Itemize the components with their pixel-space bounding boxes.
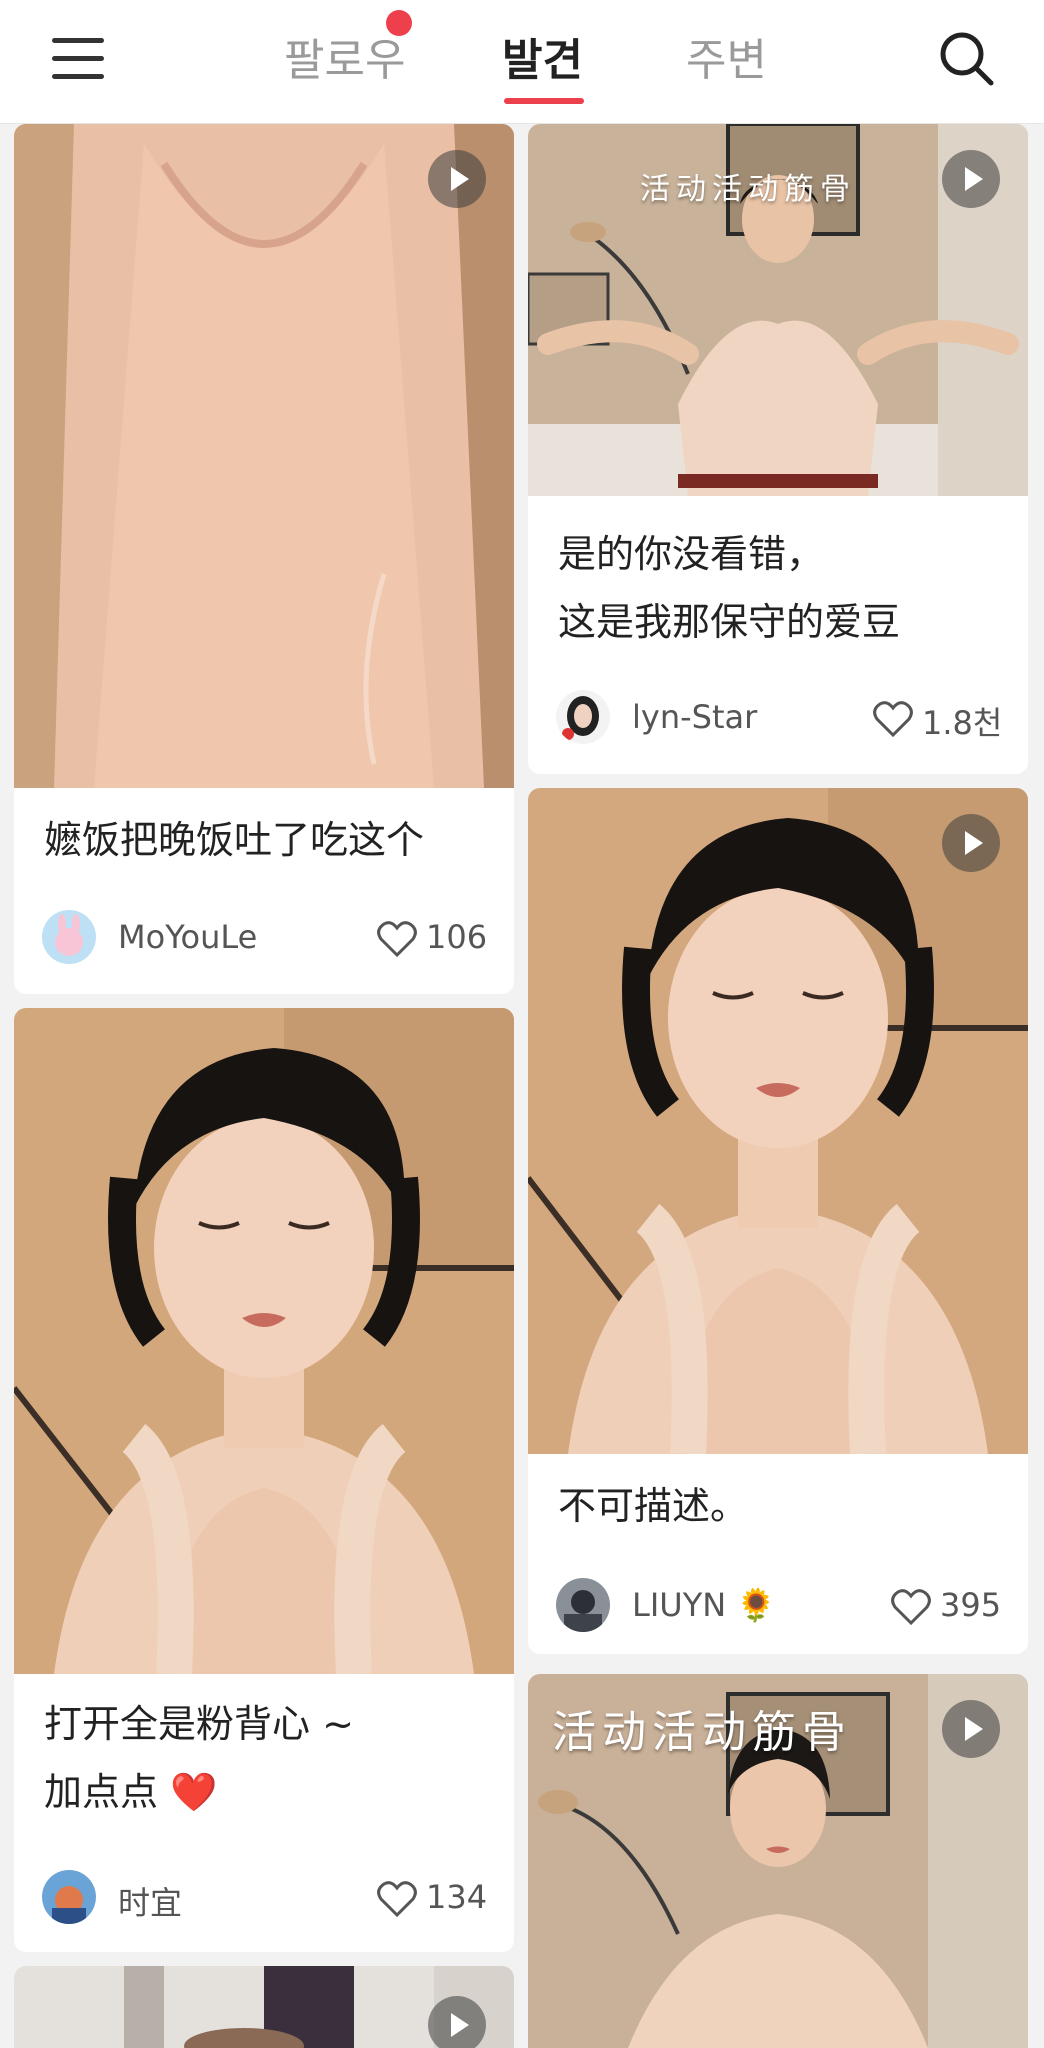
feed-card[interactable] — [14, 1966, 514, 2048]
like-count: 134 — [426, 1878, 488, 1916]
play-icon[interactable] — [428, 1996, 486, 2048]
top-bar: 팔로우 발견 주변 — [0, 0, 1044, 124]
heart-icon — [873, 701, 913, 738]
heart-icon — [377, 1881, 417, 1918]
tab-discover[interactable]: 발견 — [502, 24, 583, 88]
overlay-text: 活动活动筋骨 — [552, 1707, 852, 1758]
post-thumbnail[interactable]: 活动活动筋骨 — [528, 1674, 1028, 2048]
like-count: 1.8천 — [922, 704, 1003, 742]
avatar[interactable] — [556, 690, 610, 744]
like-count: 395 — [940, 1586, 1002, 1624]
like-button[interactable]: 134 — [376, 1874, 490, 1922]
like-button[interactable]: 106 — [376, 914, 490, 962]
caption-line: 是的你没看错， — [558, 532, 825, 576]
play-icon[interactable] — [428, 150, 486, 208]
post-thumbnail[interactable] — [14, 1966, 514, 2048]
post-image — [14, 124, 514, 788]
post-author[interactable]: LIUYN 🌻 395 — [556, 1578, 1004, 1634]
post-image — [14, 1008, 514, 1674]
avatar[interactable] — [42, 1870, 96, 1924]
tab-follow[interactable]: 팔로우 — [284, 24, 405, 88]
post-thumbnail[interactable]: 活动活动筋骨 — [528, 124, 1028, 496]
caption-line: 加点点 ❤️ — [44, 1770, 218, 1814]
post-author[interactable]: MoYouLe 106 — [42, 910, 490, 966]
feed-card[interactable]: 活动活动筋骨 是的你没看错， 这是我那保守的爱豆 lyn-Star 1.8천 — [528, 124, 1028, 774]
author-name[interactable]: LIUYN 🌻 — [632, 1586, 776, 1624]
play-icon[interactable] — [942, 150, 1000, 208]
like-button[interactable]: 395 — [890, 1582, 1004, 1630]
post-caption: 是的你没看错， 这是我那保守的爱豆 — [558, 524, 1004, 652]
caption-line: 不可描述。 — [558, 1484, 749, 1528]
post-author[interactable]: lyn-Star 1.8천 — [556, 690, 1004, 746]
caption-line: 嬷饭把晚饭吐了吃这个 — [44, 818, 425, 862]
like-button[interactable]: 1.8천 — [872, 694, 1004, 742]
post-author[interactable]: 时宜 134 — [42, 1870, 490, 1926]
notification-dot — [386, 10, 412, 36]
caption-line: 打开全是粉背心 ~ — [44, 1702, 354, 1746]
caption-line: 这是我那保守的爱豆 — [558, 600, 901, 644]
active-tab-indicator — [504, 98, 584, 104]
search-icon[interactable] — [936, 28, 996, 88]
post-thumbnail[interactable] — [528, 788, 1028, 1454]
feed-card[interactable]: 打开全是粉背心 ~ 加点点 ❤️ 时宜 134 — [14, 1008, 514, 1952]
overlay-text: 活动活动筋骨 — [640, 172, 856, 207]
author-name[interactable]: 时宜 — [118, 1878, 182, 1924]
menu-icon[interactable] — [52, 38, 104, 80]
post-caption: 打开全是粉背心 ~ 加点点 ❤️ — [44, 1694, 490, 1822]
avatar[interactable] — [42, 910, 96, 964]
feed-card[interactable]: 活动活动筋骨 — [528, 1674, 1028, 2048]
author-name[interactable]: MoYouLe — [118, 918, 257, 956]
avatar[interactable] — [556, 1578, 610, 1632]
feed-card[interactable]: 不可描述。 LIUYN 🌻 395 — [528, 788, 1028, 1654]
post-thumbnail[interactable] — [14, 124, 514, 788]
heart-icon — [891, 1589, 931, 1626]
post-image — [528, 788, 1028, 1454]
post-caption: 嬷饭把晚饭吐了吃这个 — [44, 810, 490, 870]
author-name[interactable]: lyn-Star — [632, 698, 757, 736]
tab-nearby[interactable]: 주변 — [686, 24, 767, 88]
play-icon[interactable] — [942, 1700, 1000, 1758]
heart-icon — [377, 921, 417, 958]
like-count: 106 — [426, 918, 488, 956]
post-thumbnail[interactable] — [14, 1008, 514, 1674]
play-icon[interactable] — [942, 814, 1000, 872]
post-caption: 不可描述。 — [558, 1476, 1004, 1536]
feed-card[interactable]: 嬷饭把晚饭吐了吃这个 MoYouLe 106 — [14, 124, 514, 994]
